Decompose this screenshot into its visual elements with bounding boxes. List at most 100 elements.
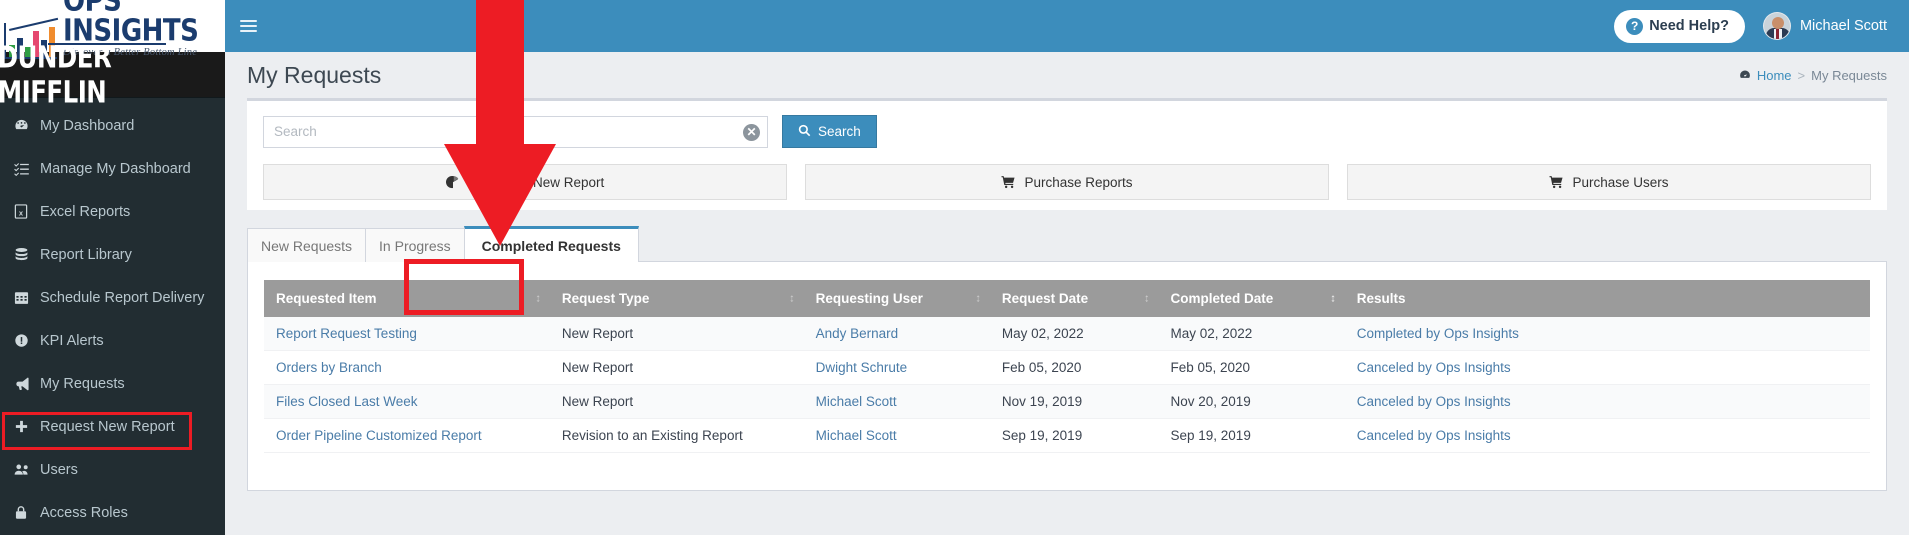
purchase-users-button[interactable]: Purchase Users (1347, 164, 1871, 200)
cell-request-date: Feb 05, 2020 (989, 350, 1159, 385)
column-label: Requesting User (815, 291, 923, 306)
tabs-container: New Requests In Progress Completed Reque… (247, 226, 1887, 491)
cell-results[interactable]: Canceled by Ops Insights (1344, 384, 1870, 419)
svg-text:x: x (19, 208, 24, 217)
table-head: Requested Item ↕ Request Type ↕ Requesti… (264, 280, 1870, 317)
sidebar-item-request-new-report[interactable]: Request New Report (0, 405, 225, 448)
user-menu[interactable]: Michael Scott (1762, 12, 1909, 40)
column-label: Results (1356, 291, 1406, 306)
sort-toggle-icon[interactable]: ↕ (535, 293, 541, 304)
table-body: Report Request Testing New Report Andy B… (264, 317, 1870, 453)
dashboard-gauge-icon (14, 118, 40, 133)
tab-label: In Progress (379, 237, 451, 254)
need-help-button[interactable]: ? Need Help? (1614, 9, 1745, 43)
cell-requested-item[interactable]: Order Pipeline Customized Report (264, 418, 550, 453)
sidebar-nav: My Dashboard Manage My Dashboard x Excel… (0, 98, 225, 534)
tab-label: New Requests (261, 237, 353, 254)
sort-toggle-icon[interactable]: ↕ (789, 293, 795, 304)
search-button[interactable]: Search (782, 115, 877, 148)
column-header-requesting-user[interactable]: Requesting User ↕ (803, 280, 990, 317)
calendar-icon (14, 290, 40, 305)
clear-circle-x-icon[interactable]: ✕ (743, 123, 760, 141)
sort-toggle-icon[interactable]: ↕ (975, 293, 981, 304)
company-name-banner: DUNDER MIFFLIN (0, 40, 225, 110)
cell-requested-item[interactable]: Files Closed Last Week (264, 384, 550, 419)
cell-completed-date: Feb 05, 2020 (1158, 350, 1345, 385)
cell-request-date: Nov 19, 2019 (989, 384, 1159, 419)
tab-new-requests[interactable]: New Requests (247, 228, 367, 262)
tab-in-progress[interactable]: In Progress (365, 228, 465, 262)
cell-request-type: New Report (549, 317, 804, 351)
hamburger-menu-icon[interactable] (225, 0, 271, 52)
table-row: Order Pipeline Customized Report Revisio… (264, 418, 1870, 453)
sidebar-item-report-library[interactable]: Report Library (0, 233, 225, 276)
cell-completed-date: Sep 19, 2019 (1158, 418, 1345, 453)
cell-completed-date: Nov 20, 2019 (1158, 384, 1345, 419)
sidebar-item-my-dashboard[interactable]: My Dashboard (0, 104, 225, 147)
question-circle-icon: ? (1626, 17, 1644, 35)
action-label: Purchase Reports (1024, 174, 1133, 190)
action-label: Purchase Users (1572, 174, 1669, 190)
database-stack-icon (14, 247, 40, 262)
search-button-label: Search (818, 124, 861, 139)
column-label: Completed Date (1170, 291, 1274, 306)
breadcrumb-home-link[interactable]: Home (1757, 68, 1792, 83)
column-header-requested-item[interactable]: Requested Item ↕ (264, 280, 550, 317)
sidebar-item-label: My Requests (40, 375, 125, 392)
sidebar-item-access-roles[interactable]: Access Roles (0, 491, 225, 534)
cell-request-type: New Report (549, 350, 804, 385)
column-header-request-type[interactable]: Request Type ↕ (549, 280, 804, 317)
search-row: ✕ Search (263, 115, 1871, 148)
tab-label: Completed Requests (481, 237, 621, 254)
search-icon (798, 124, 811, 140)
users-icon (14, 462, 40, 477)
table-header-row: Requested Item ↕ Request Type ↕ Requesti… (264, 280, 1870, 317)
sidebar-item-label: Access Roles (40, 504, 128, 521)
sidebar-item-label: Users (40, 461, 78, 478)
sort-descending-icon[interactable]: ↕ (1330, 293, 1336, 304)
sidebar-item-excel-reports[interactable]: x Excel Reports (0, 190, 225, 233)
column-label: Request Date (1001, 291, 1089, 306)
shopping-cart-icon (1001, 175, 1016, 189)
column-header-results[interactable]: Results (1344, 280, 1870, 317)
purchase-reports-button[interactable]: Purchase Reports (805, 164, 1329, 200)
exclamation-circle-icon (14, 333, 40, 348)
sidebar-item-users[interactable]: Users (0, 448, 225, 491)
cell-requesting-user[interactable]: Michael Scott (803, 418, 990, 453)
user-avatar-photo (1762, 12, 1791, 40)
cell-requested-item[interactable]: Orders by Branch (264, 350, 550, 385)
sidebar-item-label: Manage My Dashboard (40, 160, 191, 177)
sidebar-item-label: Schedule Report Delivery (40, 289, 205, 306)
tab-completed-requests[interactable]: Completed Requests (463, 226, 639, 262)
sidebar-item-schedule-report-delivery[interactable]: Schedule Report Delivery (0, 276, 225, 319)
cell-results[interactable]: Canceled by Ops Insights (1344, 350, 1870, 385)
breadcrumb: Home > My Requests (1739, 68, 1909, 83)
cell-request-date: May 02, 2022 (989, 317, 1159, 351)
plus-icon (14, 419, 40, 434)
column-header-request-date[interactable]: Request Date ↕ (989, 280, 1159, 317)
action-label: Request a New Report (467, 174, 605, 190)
sidebar-item-my-requests[interactable]: My Requests (0, 362, 225, 405)
pie-chart-icon (445, 175, 460, 189)
cell-completed-date: May 02, 2022 (1158, 317, 1345, 351)
table-row: Report Request Testing New Report Andy B… (264, 317, 1870, 351)
breadcrumb-current: My Requests (1811, 67, 1887, 83)
app-window: OPS INSIGHTS Discover a Better Bottom Li… (0, 0, 1909, 535)
cell-results[interactable]: Canceled by Ops Insights (1344, 418, 1870, 453)
cell-requesting-user[interactable]: Dwight Schrute (803, 350, 990, 385)
cell-requesting-user[interactable]: Andy Bernard (803, 317, 990, 351)
cell-request-date: Sep 19, 2019 (989, 418, 1159, 453)
request-new-report-button[interactable]: Request a New Report (263, 164, 787, 200)
sidebar-item-label: My Dashboard (40, 117, 135, 134)
cell-requesting-user[interactable]: Michael Scott (803, 384, 990, 419)
need-help-label: Need Help? (1649, 18, 1729, 34)
sidebar-item-kpi-alerts[interactable]: KPI Alerts (0, 319, 225, 362)
sort-toggle-icon[interactable]: ↕ (1144, 293, 1150, 304)
cell-requested-item[interactable]: Report Request Testing (264, 317, 550, 351)
cell-results[interactable]: Completed by Ops Insights (1344, 317, 1870, 351)
search-input[interactable] (264, 116, 767, 147)
column-header-completed-date[interactable]: Completed Date ↕ (1158, 280, 1345, 317)
sidebar-item-manage-my-dashboard[interactable]: Manage My Dashboard (0, 147, 225, 190)
breadcrumb-separator: > (1797, 67, 1806, 83)
page-header: My Requests Home > My Requests (225, 52, 1909, 98)
